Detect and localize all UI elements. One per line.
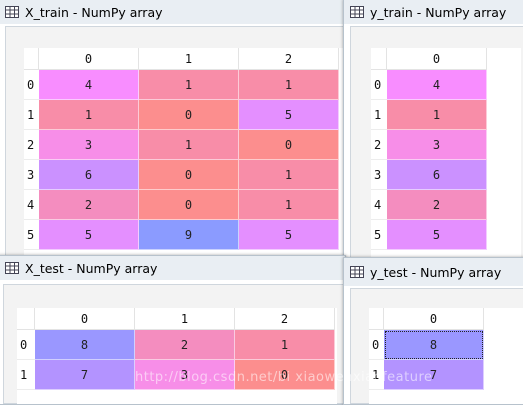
y-test-table-cell[interactable]: 7 (384, 360, 484, 390)
x-train-table-cell[interactable]: 5 (239, 100, 339, 130)
x-test-table-cell[interactable]: 8 (35, 330, 135, 360)
y-train-row-header[interactable]: 5 (371, 220, 387, 250)
x-train-column-header[interactable]: 0 (39, 48, 139, 70)
y-train-window: y_train - NumPy array 0041123364255 (343, 0, 523, 263)
x-test-titlebar[interactable]: X_test - NumPy array (0, 256, 345, 280)
x-train-row-header[interactable]: 4 (24, 190, 39, 220)
y-train-table-cell[interactable]: 4 (387, 70, 487, 100)
x-train-column-header[interactable]: 1 (139, 48, 239, 70)
y-train-title: y_train - NumPy array (370, 4, 507, 20)
x-train-table-cell[interactable]: 5 (239, 220, 339, 250)
x-train-table-cell[interactable]: 6 (39, 160, 139, 190)
table-icon (5, 6, 19, 18)
y-train-row-header[interactable]: 4 (371, 190, 387, 220)
y-train-column-header[interactable]: 0 (387, 48, 487, 70)
x-train-table-cell[interactable]: 1 (239, 190, 339, 220)
x-train-table-cell[interactable]: 5 (39, 220, 139, 250)
x-train-table-cell[interactable]: 9 (139, 220, 239, 250)
x-train-row-header[interactable]: 5 (24, 220, 39, 250)
y-train-table-cell[interactable]: 5 (387, 220, 487, 250)
x-test-table-cell[interactable]: 1 (235, 330, 335, 360)
x-train-title: X_train - NumPy array (25, 4, 163, 20)
y-train-table-cell[interactable]: 2 (387, 190, 487, 220)
y-train-row-header[interactable]: 3 (371, 160, 387, 190)
x-test-row-header[interactable]: 0 (17, 330, 35, 360)
y-test-column-header[interactable]: 0 (384, 308, 484, 330)
y-test-row-header[interactable]: 0 (369, 330, 384, 360)
x-test-title: X_test - NumPy array (25, 260, 158, 276)
y-train-corner-header (371, 48, 387, 70)
x-train-table-cell[interactable]: 1 (139, 130, 239, 160)
x-test-table-cell[interactable]: 3 (135, 360, 235, 390)
y-test-corner-header (369, 308, 384, 330)
x-train-table-cell[interactable]: 1 (239, 70, 339, 100)
x-train-table-cell[interactable]: 0 (239, 130, 339, 160)
table-icon (5, 262, 19, 274)
x-test-column-header[interactable]: 1 (135, 308, 235, 330)
x-test-table-cell[interactable]: 0 (235, 360, 335, 390)
x-train-table-cell[interactable]: 1 (39, 100, 139, 130)
y-test-row-header[interactable]: 1 (369, 360, 384, 390)
x-train-column-header[interactable]: 2 (239, 48, 339, 70)
x-train-table-cell[interactable]: 1 (139, 70, 239, 100)
y-train-table-cell[interactable]: 6 (387, 160, 487, 190)
y-train-titlebar[interactable]: y_train - NumPy array (344, 0, 523, 24)
x-train-titlebar[interactable]: X_train - NumPy array (0, 0, 345, 24)
x-test-row-header[interactable]: 1 (17, 360, 35, 390)
y-test-titlebar[interactable]: y_test - NumPy array (344, 258, 523, 286)
y-train-table-cell[interactable]: 3 (387, 130, 487, 160)
x-train-table-cell[interactable]: 4 (39, 70, 139, 100)
x-train-table-cell[interactable]: 3 (39, 130, 139, 160)
table-icon (350, 6, 364, 18)
x-test-table[interactable]: 01208211730 (17, 308, 337, 404)
y-test-table-cell[interactable]: 8 (384, 330, 484, 360)
y-test-window: y_test - NumPy array 00817 (343, 257, 523, 405)
x-train-table-cell[interactable]: 0 (139, 190, 239, 220)
x-train-table[interactable]: 012041111052310360142015595 (24, 48, 345, 260)
x-train-table-cell[interactable]: 0 (139, 100, 239, 130)
y-train-row-header[interactable]: 2 (371, 130, 387, 160)
y-test-title: y_test - NumPy array (370, 264, 502, 280)
x-test-corner-header (17, 308, 35, 330)
y-train-table-cell[interactable]: 1 (387, 100, 487, 130)
x-test-table-cell[interactable]: 2 (135, 330, 235, 360)
y-train-row-header[interactable]: 1 (371, 100, 387, 130)
x-train-row-header[interactable]: 2 (24, 130, 39, 160)
x-test-table-cell[interactable]: 7 (35, 360, 135, 390)
x-train-row-header[interactable]: 0 (24, 70, 39, 100)
x-train-corner-header (24, 48, 39, 70)
x-train-table-cell[interactable]: 0 (139, 160, 239, 190)
y-test-table[interactable]: 00817 (369, 308, 523, 404)
x-train-row-header[interactable]: 1 (24, 100, 39, 130)
table-icon (350, 266, 364, 278)
x-test-column-header[interactable]: 0 (35, 308, 135, 330)
y-train-table[interactable]: 0041123364255 (371, 48, 521, 262)
x-test-column-header[interactable]: 2 (235, 308, 335, 330)
x-train-window: X_train - NumPy array 012041111052310360… (0, 0, 346, 261)
x-test-window: X_test - NumPy array 01208211730 (0, 255, 346, 405)
x-train-table-cell[interactable]: 2 (39, 190, 139, 220)
x-train-table-cell[interactable]: 1 (239, 160, 339, 190)
x-train-row-header[interactable]: 3 (24, 160, 39, 190)
y-train-row-header[interactable]: 0 (371, 70, 387, 100)
